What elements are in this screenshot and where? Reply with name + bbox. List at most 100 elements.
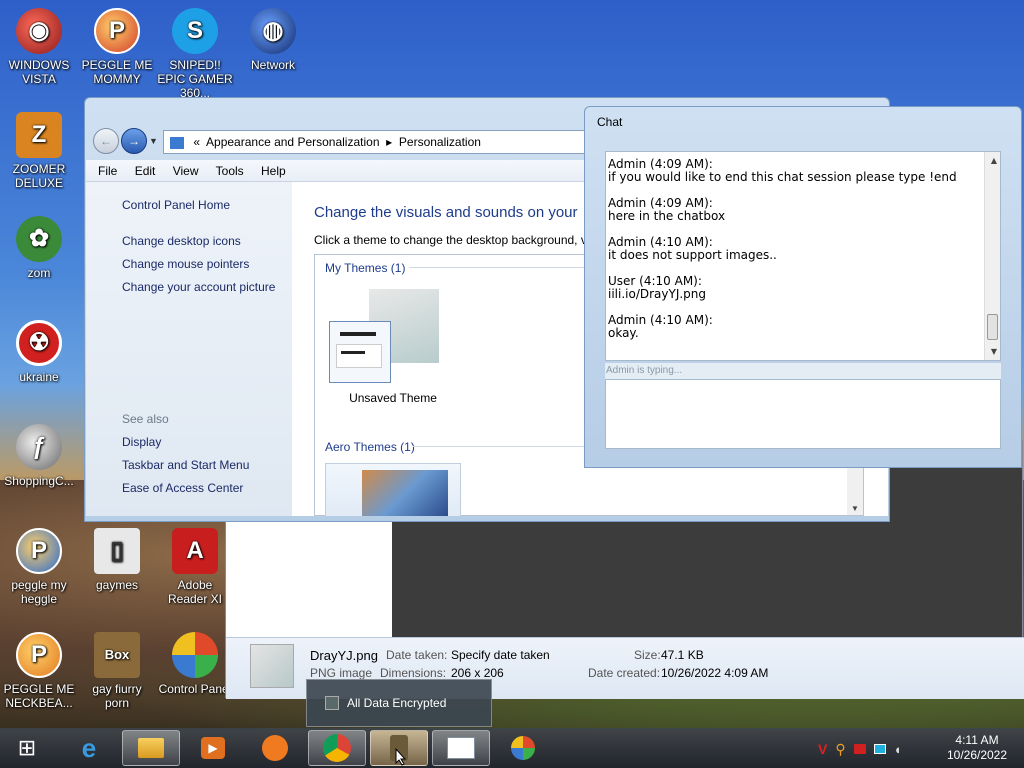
taskbar: ⊞ e ▶ V ⚲ ◖ 4:11 AM 10/26/2022: [0, 728, 1024, 768]
start-button[interactable]: ⊞: [0, 730, 54, 766]
aero-theme-tile[interactable]: [325, 463, 461, 516]
menu-tools[interactable]: Tools: [216, 164, 244, 178]
taskbar-chrome[interactable]: [308, 730, 366, 766]
dimensions-value: 206 x 206: [451, 666, 504, 680]
breadcrumb-appearance[interactable]: Appearance and Personalization: [206, 135, 379, 149]
page-subtext: Click a theme to change the desktop back…: [314, 233, 587, 247]
mouse-cursor-icon: [395, 748, 407, 766]
search-tray-icon[interactable]: ⚲: [835, 741, 845, 758]
sidebar-change-account-picture[interactable]: Change your account picture: [122, 280, 275, 294]
desktop-icon-peggle-neckbeard[interactable]: P PEGGLE ME NECKBEA...: [1, 632, 77, 710]
folder-icon: [138, 738, 164, 758]
menu-edit[interactable]: Edit: [135, 164, 156, 178]
scroll-thumb[interactable]: [987, 314, 998, 340]
aero-theme-thumbnail: [362, 470, 448, 516]
taskbar-thumbnail-popup[interactable]: All Data Encrypted: [306, 679, 492, 727]
clock-date: 10/26/2022: [946, 748, 1008, 762]
ie-icon: e: [81, 732, 97, 763]
control-panel-icon: [511, 736, 535, 760]
chat-title: Chat: [597, 115, 623, 129]
unsaved-theme-tile[interactable]: Unsaved Theme: [329, 289, 441, 405]
aero-themes-header: Aero Themes (1): [325, 440, 415, 454]
back-button[interactable]: ←: [93, 128, 119, 154]
chevron-right-icon[interactable]: ▸: [383, 135, 396, 149]
sidebar-display[interactable]: Display: [122, 435, 161, 449]
size-value: 47.1 KB: [661, 648, 704, 662]
desktop-icon-sniped[interactable]: S SNIPED!! EPIC GAMER 360...: [157, 8, 233, 100]
date-taken-value[interactable]: Specify date taken: [451, 648, 550, 662]
zoomer-icon: Z: [16, 112, 62, 158]
desktop-icon-gaymes[interactable]: ▯ gaymes: [79, 528, 155, 592]
chat-message: Admin (4:09 AM): if you would like to en…: [608, 157, 957, 184]
taskbar-control-panel[interactable]: [494, 730, 552, 766]
network-tray-icon[interactable]: [873, 744, 886, 754]
sidebar-control-panel-home[interactable]: Control Panel Home: [122, 198, 230, 212]
date-taken-label: Date taken:: [386, 648, 448, 662]
chevron-down-icon[interactable]: ▼: [149, 136, 158, 146]
chat-log: Admin (4:09 AM): if you would like to en…: [605, 151, 1001, 361]
volume-tray-icon[interactable]: ◖: [894, 742, 902, 757]
desktop-icon-adobe-reader[interactable]: A Adobe Reader XI: [157, 528, 233, 606]
peggle-icon: P: [94, 8, 140, 54]
windows-icon: ⊞: [17, 735, 37, 760]
menu-view[interactable]: View: [173, 164, 199, 178]
desktop-icon-zom[interactable]: ✿ zom: [1, 216, 77, 280]
menu-help[interactable]: Help: [261, 164, 286, 178]
clock[interactable]: 4:11 AM 10/26/2022: [938, 733, 1016, 763]
scroll-down-arrow-icon[interactable]: ▼: [991, 345, 997, 358]
scroll-down-arrow-icon[interactable]: ▼: [851, 504, 859, 513]
adobe-icon: A: [172, 528, 218, 574]
desktop-icon-shopping[interactable]: ƒ ShoppingC...: [1, 424, 77, 488]
popup-label: All Data Encrypted: [347, 696, 447, 710]
desktop-icon-windows-vista[interactable]: ◉ WINDOWS VISTA: [1, 8, 77, 86]
scroll-up-arrow-icon[interactable]: ▲: [991, 154, 997, 167]
desktop-icon-network[interactable]: ◍ Network: [235, 8, 311, 72]
forward-button[interactable]: →: [121, 128, 147, 154]
peggle-icon: P: [16, 528, 62, 574]
chat-window[interactable]: Chat Admin (4:09 AM): if you would like …: [584, 106, 1022, 468]
taskbar-ie[interactable]: e: [60, 730, 118, 766]
chat-message: User (4:10 AM): iili.io/DrayYJ.png: [608, 274, 707, 301]
cp-sidebar: Control Panel Home Change desktop icons …: [86, 182, 292, 516]
system-tray: V ⚲ ◖: [818, 740, 928, 758]
network-icon: ◍: [250, 8, 296, 54]
typing-indicator: Admin is typing...: [605, 363, 1001, 379]
radiation-icon: ☢: [16, 320, 62, 366]
created-value: 10/26/2022 4:09 AM: [661, 666, 769, 680]
taskbar-app[interactable]: [246, 730, 304, 766]
window-icon: [447, 737, 475, 759]
desktop-icon-furry[interactable]: Box gay fiurry porn: [79, 632, 155, 710]
chat-scrollbar[interactable]: ▲ ▼: [984, 152, 1000, 360]
desktop-icon-peggle-me-mommy[interactable]: P PEGGLE ME MOMMY: [79, 8, 155, 86]
taskbar-media-player[interactable]: ▶: [184, 730, 242, 766]
sidebar-change-mouse-pointers[interactable]: Change mouse pointers: [122, 257, 249, 271]
vista-icon: ◉: [16, 8, 62, 54]
desktop-icon-zoomer-deluxe[interactable]: Z ZOOMER DELUXE: [1, 112, 77, 190]
control-panel-icon: [170, 136, 184, 149]
file-name: DrayYJ.png: [310, 648, 378, 663]
sidebar-ease-of-access[interactable]: Ease of Access Center: [122, 481, 243, 495]
dog-icon: Box: [94, 632, 140, 678]
flash-icon: ƒ: [16, 424, 62, 470]
media-icon: ▶: [201, 737, 225, 759]
sidebar-taskbar-start-menu[interactable]: Taskbar and Start Menu: [122, 458, 249, 472]
chat-input[interactable]: [605, 379, 1001, 449]
desktop-icon-control-panel[interactable]: Control Panel: [157, 632, 233, 696]
menu-file[interactable]: File: [98, 164, 117, 178]
chrome-icon: [323, 734, 351, 762]
gaymes-icon: ▯: [94, 528, 140, 574]
sidebar-change-desktop-icons[interactable]: Change desktop icons: [122, 234, 241, 248]
my-themes-header: My Themes (1): [325, 261, 406, 275]
taskbar-window[interactable]: [432, 730, 490, 766]
flag-tray-icon[interactable]: [853, 744, 866, 754]
taskbar-explorer[interactable]: [122, 730, 180, 766]
breadcrumb-personalization[interactable]: Personalization: [399, 135, 481, 149]
plant-icon: ✿: [16, 216, 62, 262]
desktop-icon-ukraine[interactable]: ☢ ukraine: [1, 320, 77, 384]
see-also-label: See also: [122, 412, 169, 426]
v-tray-icon[interactable]: V: [818, 741, 827, 757]
theme-window-preview: [329, 321, 391, 383]
file-type: PNG image: [310, 666, 373, 680]
chat-message: Admin (4:10 AM): it does not support ima…: [608, 235, 777, 262]
desktop-icon-peggle-my-heggle[interactable]: P peggle my heggle: [1, 528, 77, 606]
